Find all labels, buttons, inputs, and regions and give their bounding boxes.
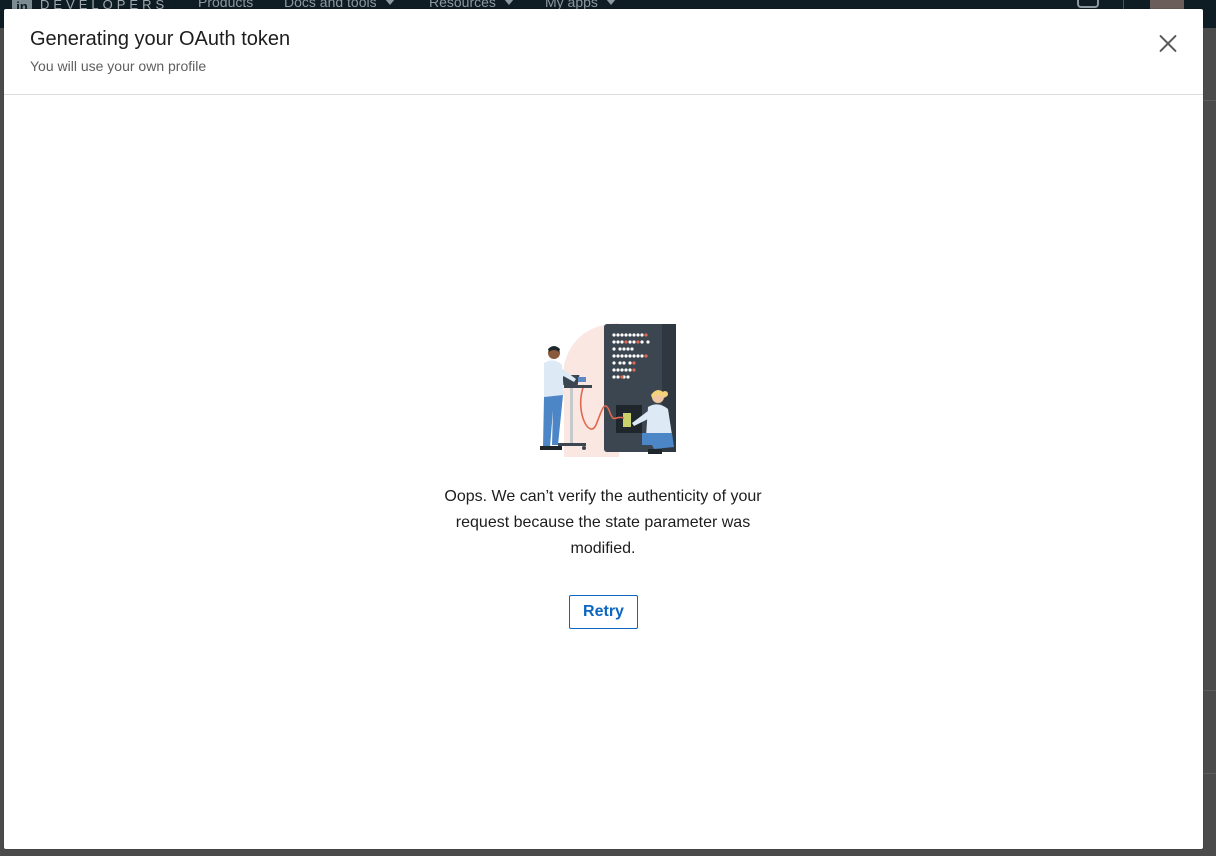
oauth-token-modal: Generating your OAuth token You will use… xyxy=(4,9,1203,849)
background-divider xyxy=(1203,690,1216,691)
chevron-down-icon xyxy=(384,0,395,5)
people-fixing-server-illustration xyxy=(540,323,676,457)
notifications-bell-icon xyxy=(1077,0,1099,8)
background-divider xyxy=(1203,100,1216,101)
retry-button[interactable]: Retry xyxy=(569,595,638,629)
modal-header: Generating your OAuth token You will use… xyxy=(4,9,1203,95)
chevron-down-icon xyxy=(605,0,616,5)
background-divider xyxy=(1203,773,1216,774)
chevron-down-icon xyxy=(503,0,514,5)
modal-subtitle: You will use your own profile xyxy=(30,58,207,74)
error-message: Oops. We can’t verify the authenticity o… xyxy=(444,488,762,557)
close-icon[interactable] xyxy=(1156,31,1180,55)
modal-title: Generating your OAuth token xyxy=(30,28,291,50)
